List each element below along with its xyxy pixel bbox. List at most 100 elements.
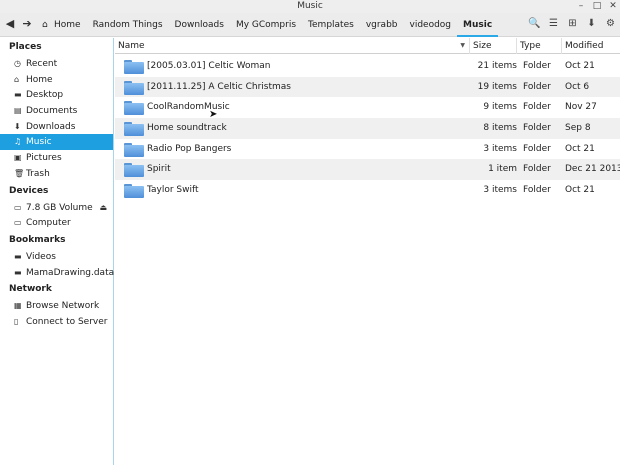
search-icon[interactable]: 🔍 (528, 17, 541, 31)
sidebar-item-connect-to-server[interactable]: ▯ Connect to Server (0, 314, 113, 330)
list-header: Name ▼ Size Type Modified (115, 38, 620, 54)
table-row[interactable]: [2005.03.01] Celtic Woman 21 items Folder O… (115, 56, 620, 77)
sidebar-item-label: Pictures (26, 153, 62, 164)
breadcrumb-label: videodog (409, 20, 452, 30)
breadcrumb-label: Downloads (174, 20, 224, 30)
table-row[interactable]: Spirit 1 item Folder Dec 21 2013 (115, 159, 620, 181)
cell-type: Folder (523, 143, 551, 154)
sort-down-icon: ▼ (460, 42, 465, 49)
column-type-label: Type (520, 41, 541, 51)
list-view-icon[interactable]: ☰ (547, 17, 560, 31)
breadcrumb-label: Home (54, 20, 81, 30)
cell-modified: Dec 21 2013 (565, 164, 620, 175)
mouse-pointer-icon: ➤ (209, 109, 218, 120)
breadcrumb-label: vgrabb (365, 20, 398, 30)
maximize-icon[interactable]: □ (592, 1, 602, 11)
title-bar[interactable]: Music – □ ✕ (0, 0, 620, 13)
column-type[interactable]: Type (517, 38, 562, 54)
file-manager-window: Music – □ ✕ ◀ ➔ ⌂ Home Random Things Downlo… (0, 0, 620, 465)
table-row[interactable]: Home soundtrack 8 items Folder Sep 8 (115, 118, 620, 139)
trash-icon: 🗑 (14, 168, 25, 178)
folder-icon (124, 142, 144, 157)
cell-type: Folder (523, 81, 551, 92)
column-size[interactable]: Size (470, 38, 517, 54)
sidebar-item-label: Browse Network (26, 301, 100, 312)
folder-icon (124, 184, 144, 199)
cell-type: Folder (523, 102, 551, 113)
column-name[interactable]: Name ▼ (115, 38, 470, 54)
minimize-icon[interactable]: – (576, 1, 586, 11)
breadcrumb-label: Random Things (92, 20, 163, 30)
sidebar-header-network: Network (9, 284, 52, 295)
download-icon: ⬇ (14, 121, 21, 131)
cell-modified: Oct 21 (565, 185, 595, 196)
column-name-label: Name (118, 41, 145, 51)
cell-size: 3 items (483, 185, 517, 196)
cell-type: Folder (523, 123, 551, 134)
back-icon[interactable]: ◀ (3, 17, 17, 31)
breadcrumb-item[interactable]: vgrabb (360, 13, 404, 37)
toolbar-actions: 🔍 ☰ ⊞ ⬇ ⚙ (528, 17, 617, 31)
sidebar-item-mamadrawing-data[interactable]: ▬ MamaDrawing.data (0, 265, 114, 281)
close-icon[interactable]: ✕ (608, 1, 618, 11)
folder-icon (124, 101, 144, 116)
column-modified[interactable]: Modified (562, 38, 620, 54)
sidebar-item-browse-network[interactable]: ▦ Browse Network (0, 298, 113, 314)
sidebar-item-trash[interactable]: 🗑 Trash (0, 166, 113, 182)
sidebar-item-label: Trash (26, 168, 50, 179)
table-row[interactable]: CoolRandomMusic 9 items Folder Nov 27 (115, 97, 620, 118)
sidebar-item-label: Desktop (26, 90, 64, 101)
cell-modified: Oct 21 (565, 143, 595, 154)
table-row[interactable]: [2011.11.25] A Celtic Christmas 19 items F… (115, 76, 620, 98)
server-icon: ▯ (14, 316, 19, 326)
breadcrumb-item[interactable]: Random Things (87, 13, 169, 37)
folder-icon (124, 80, 144, 95)
eject-icon[interactable]: ⏏ (99, 200, 107, 216)
sidebar-item-music[interactable]: ♫ Music (0, 134, 113, 151)
breadcrumb-item[interactable]: Downloads (169, 13, 230, 37)
sidebar-item-recent[interactable]: ◷ Recent (0, 56, 113, 72)
home-icon: ⌂ (42, 20, 48, 30)
breadcrumb: ⌂ Home Random Things Downloads My GCompris Te… (36, 13, 499, 37)
computer-icon: ▭ (14, 218, 22, 228)
table-row[interactable]: Radio Pop Bangers 3 items Folder Oct 21 (115, 139, 620, 160)
table-row[interactable]: Taylor Swift 3 items Folder Oct 21 (115, 180, 620, 201)
clock-icon: ◷ (14, 59, 21, 68)
drive-icon: ▭ (14, 202, 22, 212)
grid-view-icon[interactable]: ⊞ (566, 17, 579, 31)
sidebar-item-desktop[interactable]: ▬ Desktop (0, 87, 113, 103)
sidebar-item-label: Documents (26, 106, 78, 117)
file-rows: [2005.03.01] Celtic Woman 21 items Folder O… (115, 56, 620, 201)
cell-size: 21 items (477, 61, 517, 71)
breadcrumb-item[interactable]: ⌂ Home (36, 13, 87, 37)
cell-modified: Oct 21 (565, 61, 595, 71)
cell-name: [2011.11.25] A Celtic Christmas (147, 81, 291, 92)
sidebar-item-7-8-gb-volume[interactable]: ▭ 7.8 GB Volume ⏏ (0, 200, 113, 216)
sidebar-header-bookmarks: Bookmarks (9, 234, 66, 245)
sidebar-header-devices: Devices (9, 185, 49, 196)
sidebar-item-label: Videos (26, 251, 56, 262)
download-icon[interactable]: ⬇ (585, 17, 598, 31)
breadcrumb-item[interactable]: videodog (404, 13, 458, 37)
sidebar-item-videos[interactable]: ▬ Videos (0, 249, 113, 265)
cell-name: Spirit (147, 164, 171, 175)
cell-type: Folder (523, 185, 551, 196)
cell-modified: Nov 27 (565, 102, 597, 113)
breadcrumb-item[interactable]: My GCompris (230, 13, 302, 37)
sidebar-item-home[interactable]: ⌂ Home (0, 72, 113, 88)
settings-gear-icon[interactable]: ⚙ (604, 17, 617, 31)
column-modified-label: Modified (565, 41, 604, 51)
picture-icon: ▣ (14, 153, 22, 163)
sidebar-item-pictures[interactable]: ▣ Pictures (0, 150, 113, 166)
toolbar: ◀ ➔ ⌂ Home Random Things Downloads My GCompr… (0, 13, 620, 37)
breadcrumb-item[interactable]: Music (457, 13, 499, 37)
sidebar-item-computer[interactable]: ▭ Computer (0, 215, 113, 231)
breadcrumb-item[interactable]: Templates (302, 13, 360, 37)
home-icon: ⌂ (14, 74, 20, 84)
cell-type: Folder (523, 61, 551, 71)
sidebar-item-documents[interactable]: ▤ Documents (0, 103, 113, 119)
file-list: Name ▼ Size Type Modified [2005.03.01] C… (115, 38, 620, 465)
cell-size: 1 item (488, 164, 517, 175)
forward-icon[interactable]: ➔ (20, 17, 34, 31)
sidebar-item-downloads[interactable]: ⬇ Downloads (0, 119, 113, 135)
